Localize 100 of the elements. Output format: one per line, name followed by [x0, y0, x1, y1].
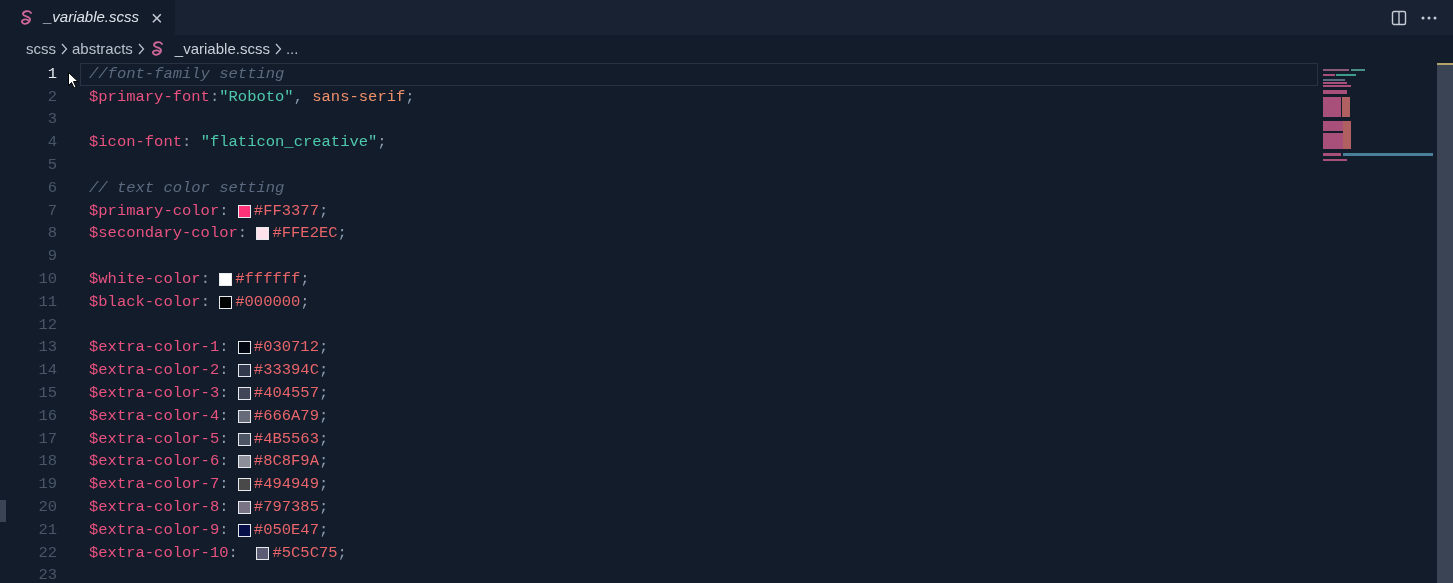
punctuation: ; — [318, 405, 329, 427]
punctuation: ; — [318, 382, 329, 404]
variable-name: $extra-color-7 — [89, 474, 220, 496]
hex-color-value: #000000 — [235, 291, 301, 313]
color-swatch[interactable] — [237, 341, 251, 355]
punctuation: : — [182, 132, 193, 154]
breadcrumb-item[interactable]: _variable.scss — [174, 37, 270, 61]
mouse-pointer-icon — [68, 72, 79, 89]
line-number: 1 — [46, 63, 57, 85]
punctuation: : — [219, 496, 230, 518]
chevron-right-icon — [60, 43, 68, 55]
hex-color-value: #FF3377 — [253, 200, 319, 222]
variable-name: $extra-color-10 — [89, 542, 229, 564]
more-icon[interactable] — [1421, 15, 1437, 20]
line-number: 14 — [37, 360, 57, 382]
line-number: 8 — [46, 223, 57, 245]
color-swatch[interactable] — [219, 295, 233, 309]
color-swatch[interactable] — [256, 546, 270, 560]
sass-file-icon — [20, 9, 34, 26]
line-number: 4 — [46, 132, 57, 154]
punctuation: : — [219, 474, 230, 496]
variable-name: $secondary-color — [89, 223, 238, 245]
punctuation: : — [219, 428, 230, 450]
variable-name: $extra-color-8 — [89, 496, 220, 518]
punctuation: ; — [318, 496, 329, 518]
punctuation: ; — [318, 519, 329, 541]
punctuation: : — [219, 405, 230, 427]
variable-name: $extra-color-5 — [89, 428, 220, 450]
hex-color-value: #4B5563 — [253, 428, 319, 450]
hex-color-value: #050E47 — [253, 519, 319, 541]
punctuation: ; — [318, 337, 329, 359]
variable-name: $extra-color-9 — [89, 519, 220, 541]
hex-color-value: #797385 — [253, 496, 319, 518]
breadcrumb-item[interactable]: scss — [26, 37, 56, 61]
code-comment: //font-family setting — [89, 63, 285, 85]
hex-color-value: #33394C — [253, 360, 319, 382]
punctuation: : — [219, 519, 230, 541]
color-swatch[interactable] — [237, 364, 251, 378]
punctuation: ; — [318, 200, 329, 222]
punctuation: ; — [300, 268, 310, 290]
line-number: 2 — [46, 86, 57, 108]
punctuation: : — [237, 223, 249, 245]
punctuation: ; — [337, 542, 347, 564]
line-number: 22 — [37, 542, 57, 564]
punctuation: : — [228, 542, 239, 564]
variable-name: $white-color — [89, 268, 201, 290]
color-swatch[interactable] — [237, 478, 251, 492]
punctuation: : — [219, 337, 230, 359]
color-swatch[interactable] — [237, 409, 251, 423]
line-number: 16 — [37, 405, 57, 427]
color-swatch[interactable] — [237, 387, 251, 401]
line-number: 3 — [46, 109, 57, 131]
line-number: 11 — [37, 291, 57, 313]
punctuation: ; — [300, 291, 310, 313]
color-swatch[interactable] — [237, 204, 251, 218]
line-number: 21 — [37, 519, 57, 541]
scrollbar[interactable] — [1437, 63, 1453, 583]
color-swatch[interactable] — [256, 227, 270, 241]
punctuation: : — [219, 200, 230, 222]
line-number: 17 — [37, 428, 57, 450]
string-literal: "flaticon_creative" — [200, 132, 378, 154]
line-number: 7 — [46, 200, 57, 222]
close-tab-button[interactable]: × — [151, 7, 163, 28]
editor-tab[interactable]: _variable.scss × — [0, 0, 175, 35]
hex-color-value: #ffffff — [235, 268, 301, 290]
split-editor-icon[interactable] — [1391, 9, 1407, 26]
punctuation: : — [219, 451, 230, 473]
variable-name: $extra-color-3 — [89, 382, 220, 404]
punctuation: ; — [318, 474, 329, 496]
breadcrumb-item[interactable]: abstracts — [72, 37, 133, 61]
chevron-right-icon — [273, 43, 282, 55]
chevron-right-icon — [136, 43, 145, 55]
line-number: 20 — [37, 496, 57, 518]
variable-name: $extra-color-1 — [89, 337, 220, 359]
punctuation: ; — [405, 86, 415, 108]
breadcrumb-item[interactable]: ... — [285, 37, 299, 61]
color-swatch[interactable] — [237, 432, 251, 446]
punctuation: ; — [318, 428, 329, 450]
color-swatch[interactable] — [237, 501, 251, 515]
punctuation: , — [293, 86, 304, 108]
string-literal: "Roboto" — [219, 86, 294, 108]
color-swatch[interactable] — [237, 523, 251, 537]
line-number: 10 — [37, 268, 57, 290]
variable-name: $extra-color-4 — [89, 405, 220, 427]
line-number: 19 — [37, 474, 57, 496]
punctuation: : — [200, 268, 211, 290]
hex-color-value: #494949 — [253, 474, 319, 496]
code-comment: // text color setting — [89, 177, 285, 199]
punctuation: : — [219, 360, 230, 382]
value-keyword: sans-serif — [312, 86, 406, 108]
punctuation: ; — [337, 223, 347, 245]
line-number: 18 — [37, 451, 57, 473]
hex-color-value: #404557 — [253, 382, 319, 404]
color-swatch[interactable] — [237, 455, 251, 469]
color-swatch[interactable] — [219, 273, 233, 287]
line-number: 6 — [46, 177, 57, 199]
variable-name: $extra-color-6 — [89, 451, 220, 473]
variable-name: $extra-color-2 — [89, 360, 220, 382]
overview-marker — [0, 500, 6, 522]
line-number: 23 — [37, 565, 57, 583]
